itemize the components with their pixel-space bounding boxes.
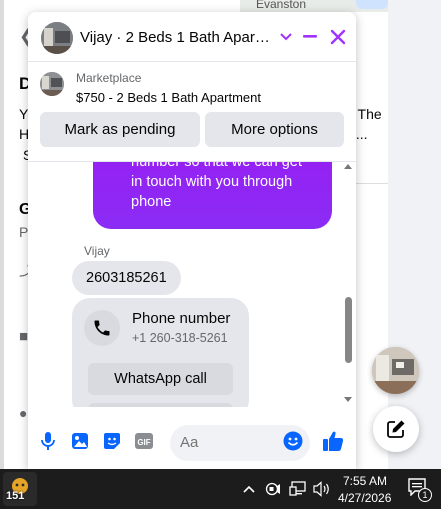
chat-window: Vijay · 2 Beds 1 Bath Apart… Marketplace…	[28, 12, 356, 469]
sticker-icon[interactable]	[101, 430, 123, 452]
sender-name: Vijay	[84, 244, 110, 258]
listing-panel: Marketplace $750 - 2 Beds 1 Bath Apartme…	[28, 62, 356, 162]
notification-count: 1	[418, 488, 432, 502]
image-icon[interactable]	[69, 430, 91, 452]
meet-now-icon[interactable]	[264, 480, 282, 498]
taskbar: 151 7:55 AM 4/27/2026 1	[0, 469, 441, 509]
clock-time[interactable]: 7:55 AM	[343, 474, 387, 488]
outgoing-line: in touch with you through	[131, 174, 293, 190]
phone-icon	[84, 310, 120, 346]
compose-icon	[387, 420, 405, 438]
whatsapp-call-button[interactable]: WhatsApp call	[88, 363, 233, 395]
listing-source: Marketplace	[76, 71, 142, 85]
chat-head-avatar[interactable]	[372, 347, 419, 394]
map-label: Evanston	[256, 0, 307, 11]
phone-label: Phone number	[132, 310, 231, 327]
volume-icon[interactable]	[313, 480, 331, 498]
chevron-down-icon[interactable]	[275, 26, 297, 48]
gif-label: GIF	[137, 438, 150, 447]
app-badge: 151	[6, 490, 25, 502]
message-list: . number so that we can get in touch wit…	[28, 162, 356, 407]
listing-thumbnail[interactable]	[40, 72, 64, 96]
taskbar-app-weather[interactable]: 151	[3, 472, 37, 506]
thumbs-up-icon[interactable]	[322, 430, 344, 452]
phone-number: +1 260-318-5261	[132, 331, 228, 345]
car-icon: ■	[19, 328, 29, 345]
scroll-down-icon[interactable]	[344, 397, 352, 402]
chat-title[interactable]: Vijay · 2 Beds 1 Bath Apart…	[80, 29, 270, 46]
location-icon: ●	[19, 405, 28, 421]
chevron-up-icon[interactable]	[240, 480, 258, 498]
clock-date[interactable]: 4/27/2026	[338, 491, 391, 505]
notification-center-button[interactable]: 1	[408, 478, 432, 502]
bg-text-y: Y	[19, 106, 29, 122]
emoji-icon[interactable]	[282, 430, 304, 452]
incoming-message: 2603185261	[72, 261, 181, 295]
more-options-button[interactable]: More options	[205, 112, 344, 147]
outgoing-message: . number so that we can get in touch wit…	[93, 162, 332, 229]
mark-as-pending-button[interactable]: Mark as pending	[40, 112, 200, 147]
contact-avatar[interactable]	[41, 22, 73, 54]
outgoing-line: number so that we can get	[131, 162, 302, 170]
new-message-button[interactable]	[373, 406, 419, 452]
listing-title[interactable]: $750 - 2 Beds 1 Bath Apartment	[76, 90, 261, 105]
message-scrollbar[interactable]	[340, 162, 356, 407]
bg-text-p: P	[19, 224, 29, 240]
gif-icon[interactable]: GIF	[133, 430, 155, 452]
close-icon[interactable]	[327, 26, 349, 48]
outgoing-line: phone	[131, 194, 172, 210]
phone-number-card[interactable]: Phone number +1 260-318-5261 WhatsApp ca…	[72, 298, 249, 407]
minimize-icon[interactable]	[299, 26, 321, 48]
composer: GIF	[28, 417, 356, 469]
secondary-action-button[interactable]	[88, 403, 233, 407]
scroll-thumb[interactable]	[345, 297, 352, 363]
network-icon[interactable]	[289, 480, 307, 498]
microphone-icon[interactable]	[37, 430, 59, 452]
scroll-up-icon[interactable]	[344, 164, 352, 169]
chat-header: Vijay · 2 Beds 1 Bath Apart…	[28, 12, 356, 62]
